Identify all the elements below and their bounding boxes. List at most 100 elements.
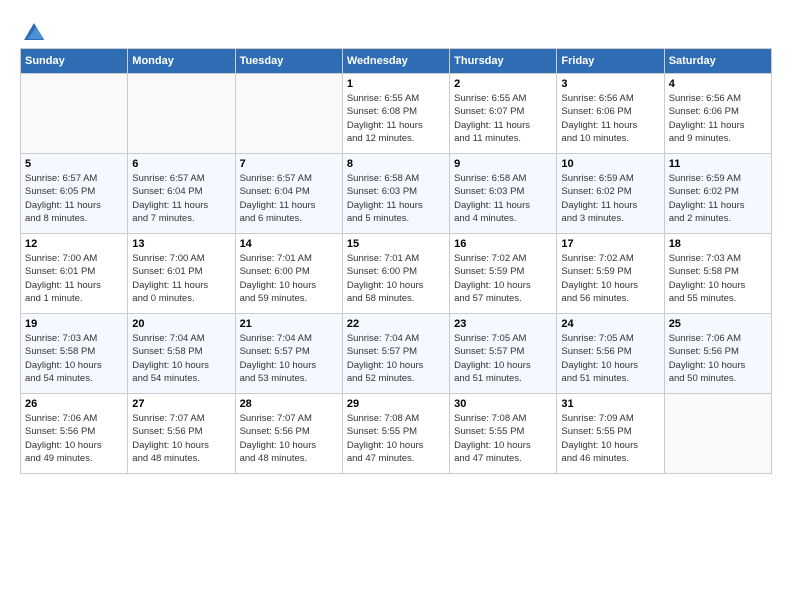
column-header-thursday: Thursday — [450, 49, 557, 74]
day-info: Sunrise: 6:59 AM Sunset: 6:02 PM Dayligh… — [561, 172, 659, 225]
day-cell: 9Sunrise: 6:58 AM Sunset: 6:03 PM Daylig… — [450, 154, 557, 234]
day-cell: 23 Sunrise: 7:05 AM Sunset: 5:57 PM Dayli… — [450, 314, 557, 394]
day-cell: 26Sunrise: 7:06 AM Sunset: 5:56 PM Dayli… — [21, 394, 128, 474]
day-number: 1 — [347, 78, 445, 90]
day-cell — [21, 74, 128, 154]
day-info: Sunrise: 7:05 AM Sunset: 5:57 PM Dayligh… — [454, 332, 552, 385]
day-number: 21 — [240, 318, 338, 330]
week-row-2: 5 Sunrise: 6:57 AM Sunset: 6:05 PM Daylig… — [21, 154, 772, 234]
day-cell: 10 Sunrise: 6:59 AM Sunset: 6:02 PM Dayli… — [557, 154, 664, 234]
day-number: 20 — [132, 318, 230, 330]
day-cell: 25 Sunrise: 7:06 AM Sunset: 5:56 PM Dayli… — [664, 314, 771, 394]
day-number: 5 — [25, 158, 123, 170]
day-cell: 29 Sunrise: 7:08 AM Sunset: 5:55 PM Dayli… — [342, 394, 449, 474]
day-cell: 13 Sunrise: 7:00 AM Sunset: 6:01 PM Dayli… — [128, 234, 235, 314]
day-number: 13 — [132, 238, 230, 250]
day-cell: 31Sunrise: 7:09 AM Sunset: 5:55 PM Dayli… — [557, 394, 664, 474]
column-header-friday: Friday — [557, 49, 664, 74]
day-number: 3 — [561, 78, 659, 90]
day-info: Sunrise: 6:55 AM Sunset: 6:07 PM Dayligh… — [454, 92, 552, 145]
day-cell: 24 Sunrise: 7:05 AM Sunset: 5:56 PM Dayli… — [557, 314, 664, 394]
day-info: Sunrise: 7:01 AM Sunset: 6:00 PM Dayligh… — [347, 252, 445, 305]
column-header-saturday: Saturday — [664, 49, 771, 74]
week-row-1: 1 Sunrise: 6:55 AM Sunset: 6:08 PM Daylig… — [21, 74, 772, 154]
day-cell: 11 Sunrise: 6:59 AM Sunset: 6:02 PM Dayli… — [664, 154, 771, 234]
day-number: 7 — [240, 158, 338, 170]
day-cell: 14 Sunrise: 7:01 AM Sunset: 6:00 PM Dayli… — [235, 234, 342, 314]
day-cell: 15Sunrise: 7:01 AM Sunset: 6:00 PM Dayli… — [342, 234, 449, 314]
day-number: 17 — [561, 238, 659, 250]
day-cell — [235, 74, 342, 154]
day-cell: 6Sunrise: 6:57 AM Sunset: 6:04 PM Daylig… — [128, 154, 235, 234]
day-number: 28 — [240, 398, 338, 410]
day-cell: 4 Sunrise: 6:56 AM Sunset: 6:06 PM Daylig… — [664, 74, 771, 154]
day-cell: 1 Sunrise: 6:55 AM Sunset: 6:08 PM Daylig… — [342, 74, 449, 154]
day-info: Sunrise: 7:07 AM Sunset: 5:56 PM Dayligh… — [240, 412, 338, 465]
day-number: 27 — [132, 398, 230, 410]
day-info: Sunrise: 7:08 AM Sunset: 5:55 PM Dayligh… — [347, 412, 445, 465]
day-cell: 18 Sunrise: 7:03 AM Sunset: 5:58 PM Dayli… — [664, 234, 771, 314]
day-number: 24 — [561, 318, 659, 330]
day-cell — [128, 74, 235, 154]
day-info: Sunrise: 7:03 AM Sunset: 5:58 PM Dayligh… — [25, 332, 123, 385]
day-info: Sunrise: 6:55 AM Sunset: 6:08 PM Dayligh… — [347, 92, 445, 145]
column-header-wednesday: Wednesday — [342, 49, 449, 74]
day-info: Sunrise: 7:00 AM Sunset: 6:01 PM Dayligh… — [25, 252, 123, 305]
day-info: Sunrise: 7:02 AM Sunset: 5:59 PM Dayligh… — [561, 252, 659, 305]
day-info: Sunrise: 7:01 AM Sunset: 6:00 PM Dayligh… — [240, 252, 338, 305]
header-row: SundayMondayTuesdayWednesdayThursdayFrid… — [21, 49, 772, 74]
day-number: 18 — [669, 238, 767, 250]
day-number: 2 — [454, 78, 552, 90]
day-number: 30 — [454, 398, 552, 410]
day-info: Sunrise: 7:08 AM Sunset: 5:55 PM Dayligh… — [454, 412, 552, 465]
day-info: Sunrise: 6:57 AM Sunset: 6:04 PM Dayligh… — [240, 172, 338, 225]
day-info: Sunrise: 7:09 AM Sunset: 5:55 PM Dayligh… — [561, 412, 659, 465]
day-number: 10 — [561, 158, 659, 170]
day-number: 29 — [347, 398, 445, 410]
day-info: Sunrise: 7:05 AM Sunset: 5:56 PM Dayligh… — [561, 332, 659, 385]
day-info: Sunrise: 6:56 AM Sunset: 6:06 PM Dayligh… — [669, 92, 767, 145]
day-number: 9 — [454, 158, 552, 170]
day-cell: 22Sunrise: 7:04 AM Sunset: 5:57 PM Dayli… — [342, 314, 449, 394]
day-number: 4 — [669, 78, 767, 90]
day-cell: 27 Sunrise: 7:07 AM Sunset: 5:56 PM Dayli… — [128, 394, 235, 474]
day-number: 23 — [454, 318, 552, 330]
day-info: Sunrise: 6:58 AM Sunset: 6:03 PM Dayligh… — [347, 172, 445, 225]
page-header — [20, 20, 772, 38]
day-number: 12 — [25, 238, 123, 250]
day-number: 16 — [454, 238, 552, 250]
day-cell: 7 Sunrise: 6:57 AM Sunset: 6:04 PM Daylig… — [235, 154, 342, 234]
column-header-monday: Monday — [128, 49, 235, 74]
day-cell: 3 Sunrise: 6:56 AM Sunset: 6:06 PM Daylig… — [557, 74, 664, 154]
column-header-tuesday: Tuesday — [235, 49, 342, 74]
day-cell: 17 Sunrise: 7:02 AM Sunset: 5:59 PM Dayli… — [557, 234, 664, 314]
day-info: Sunrise: 7:02 AM Sunset: 5:59 PM Dayligh… — [454, 252, 552, 305]
column-header-sunday: Sunday — [21, 49, 128, 74]
day-info: Sunrise: 6:59 AM Sunset: 6:02 PM Dayligh… — [669, 172, 767, 225]
day-number: 19 — [25, 318, 123, 330]
day-cell: 12 Sunrise: 7:00 AM Sunset: 6:01 PM Dayli… — [21, 234, 128, 314]
day-cell: 16 Sunrise: 7:02 AM Sunset: 5:59 PM Dayli… — [450, 234, 557, 314]
day-cell — [664, 394, 771, 474]
week-row-4: 19 Sunrise: 7:03 AM Sunset: 5:58 PM Dayli… — [21, 314, 772, 394]
day-cell: 28 Sunrise: 7:07 AM Sunset: 5:56 PM Dayli… — [235, 394, 342, 474]
day-info: Sunrise: 7:00 AM Sunset: 6:01 PM Dayligh… — [132, 252, 230, 305]
day-cell: 8Sunrise: 6:58 AM Sunset: 6:03 PM Daylig… — [342, 154, 449, 234]
week-row-3: 12 Sunrise: 7:00 AM Sunset: 6:01 PM Dayli… — [21, 234, 772, 314]
day-cell: 30 Sunrise: 7:08 AM Sunset: 5:55 PM Dayli… — [450, 394, 557, 474]
day-info: Sunrise: 7:03 AM Sunset: 5:58 PM Dayligh… — [669, 252, 767, 305]
day-number: 25 — [669, 318, 767, 330]
day-info: Sunrise: 7:04 AM Sunset: 5:57 PM Dayligh… — [240, 332, 338, 385]
day-cell: 20Sunrise: 7:04 AM Sunset: 5:58 PM Dayli… — [128, 314, 235, 394]
week-row-5: 26Sunrise: 7:06 AM Sunset: 5:56 PM Dayli… — [21, 394, 772, 474]
day-info: Sunrise: 7:06 AM Sunset: 5:56 PM Dayligh… — [669, 332, 767, 385]
day-number: 14 — [240, 238, 338, 250]
day-info: Sunrise: 7:07 AM Sunset: 5:56 PM Dayligh… — [132, 412, 230, 465]
day-cell: 21 Sunrise: 7:04 AM Sunset: 5:57 PM Dayli… — [235, 314, 342, 394]
logo-icon — [22, 20, 46, 44]
day-cell: 2 Sunrise: 6:55 AM Sunset: 6:07 PM Daylig… — [450, 74, 557, 154]
day-number: 11 — [669, 158, 767, 170]
day-cell: 19 Sunrise: 7:03 AM Sunset: 5:58 PM Dayli… — [21, 314, 128, 394]
day-info: Sunrise: 6:57 AM Sunset: 6:05 PM Dayligh… — [25, 172, 123, 225]
day-info: Sunrise: 6:56 AM Sunset: 6:06 PM Dayligh… — [561, 92, 659, 145]
